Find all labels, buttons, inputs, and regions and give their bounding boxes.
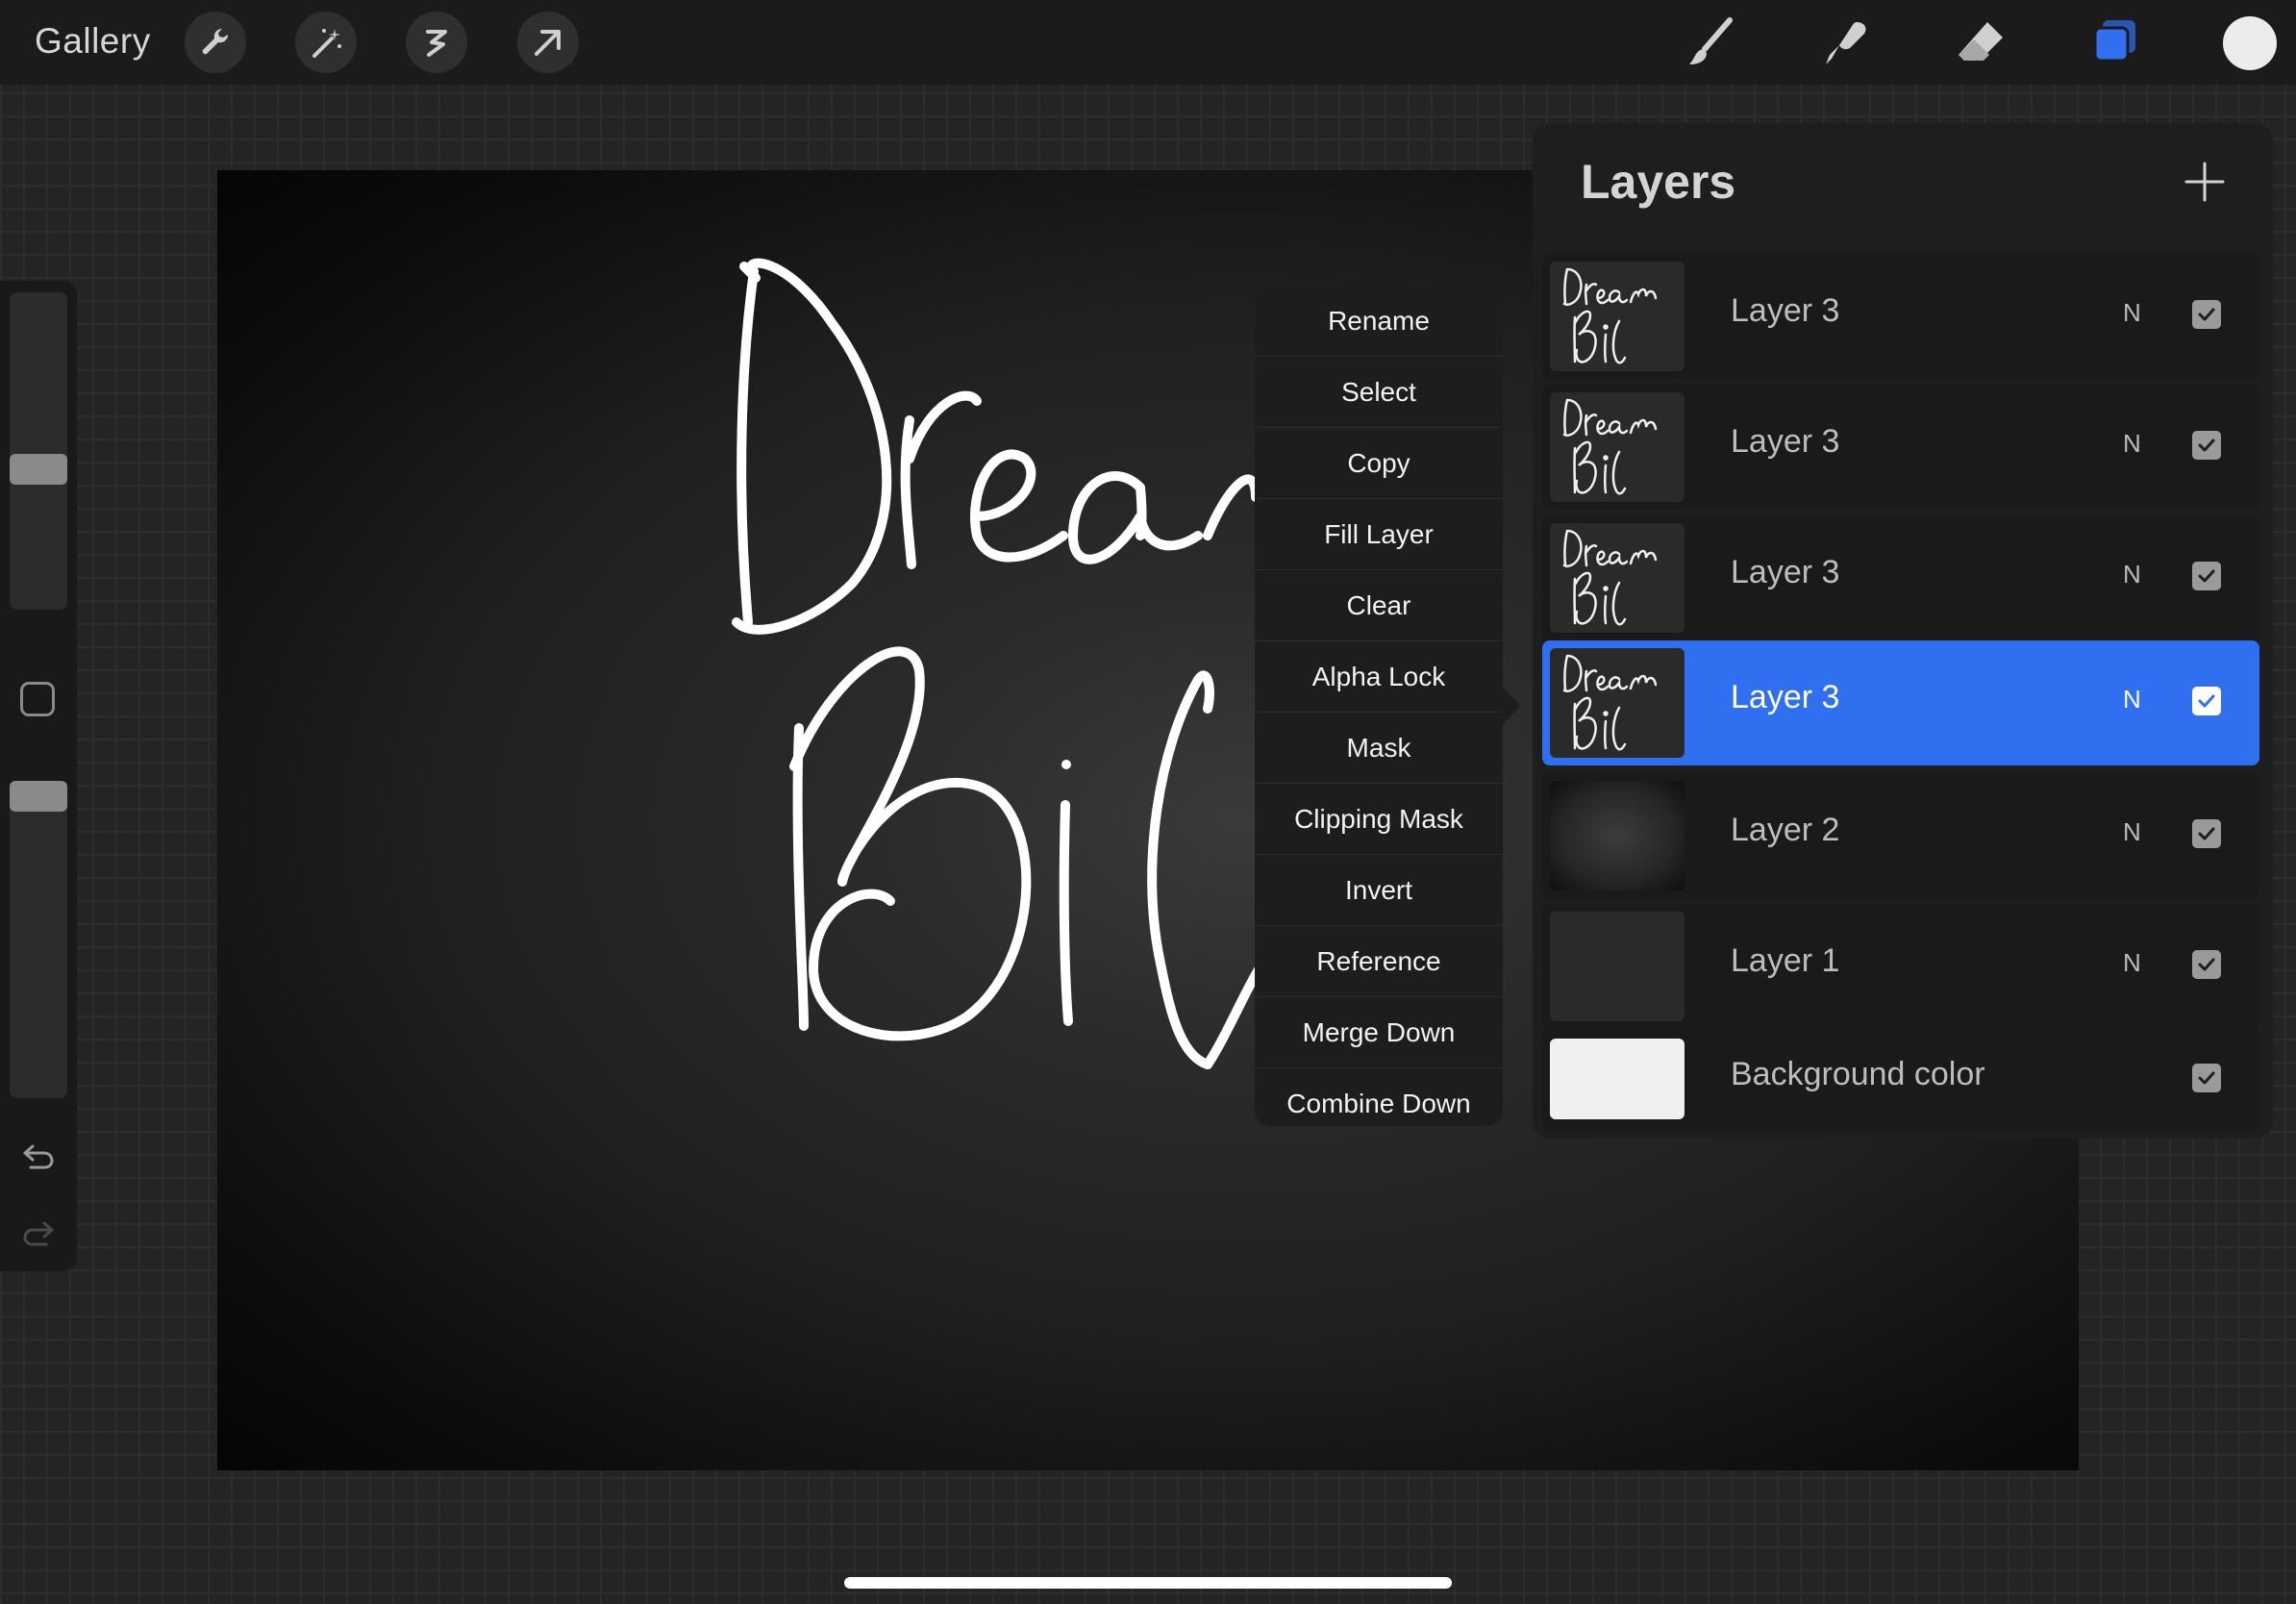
brush-icon[interactable] [1683,13,1740,71]
menu-item-alpha-lock[interactable]: Alpha Lock [1255,641,1503,713]
brush-size-handle[interactable] [10,454,67,485]
menu-item-select[interactable]: Select [1255,357,1503,428]
transform-arrow-icon[interactable] [517,12,579,73]
background-color-swatch[interactable] [1550,1039,1685,1119]
undo-icon[interactable] [19,1137,58,1175]
blend-mode-button[interactable]: N [2123,685,2141,714]
blend-mode-button[interactable]: N [2123,298,2141,328]
menu-item-clear[interactable]: Clear [1255,570,1503,641]
layer-thumbnail [1550,912,1685,1021]
menu-item-combine-down[interactable]: Combine Down [1255,1068,1503,1126]
blend-mode-button[interactable]: N [2123,817,2141,847]
left-sidebar [0,281,77,1271]
menu-item-merge-down[interactable]: Merge Down [1255,997,1503,1068]
layer-options-menu: Rename Select Copy Fill Layer Clear Alph… [1255,286,1503,1126]
menu-pointer [1501,685,1520,727]
layer-name: Layer 1 [1731,942,1840,979]
magic-wand-icon[interactable] [295,12,357,73]
menu-item-reference[interactable]: Reference [1255,926,1503,997]
layer-thumbnail [1550,523,1685,633]
blend-mode-button[interactable]: N [2123,560,2141,589]
layer-name: Layer 3 [1731,423,1840,460]
opacity-handle[interactable] [10,781,67,812]
top-toolbar: Gallery [0,0,2296,85]
layer-name: Layer 2 [1731,812,1840,848]
layer-row[interactable]: Layer 1 N [1542,904,2259,1029]
add-layer-icon[interactable] [2183,160,2227,204]
layer-name: Background color [1731,1056,1985,1092]
menu-item-mask[interactable]: Mask [1255,713,1503,784]
layer-name: Layer 3 [1731,554,1840,590]
opacity-slider[interactable] [10,781,67,1098]
selection-icon[interactable] [406,12,467,73]
visibility-checkbox[interactable] [2192,819,2221,848]
color-swatch[interactable] [2223,16,2277,70]
visibility-checkbox[interactable] [2192,687,2221,715]
visibility-checkbox[interactable] [2192,950,2221,979]
visibility-checkbox[interactable] [2192,300,2221,329]
eraser-icon[interactable] [1952,13,2009,71]
home-indicator[interactable] [844,1577,1452,1589]
visibility-checkbox[interactable] [2192,431,2221,460]
menu-item-clipping-mask[interactable]: Clipping Mask [1255,784,1503,855]
menu-item-copy[interactable]: Copy [1255,428,1503,499]
layer-name: Layer 3 [1731,679,1840,715]
layer-thumbnail [1550,781,1685,890]
layer-row[interactable]: Layer 3 N [1542,385,2259,510]
menu-item-fill-layer[interactable]: Fill Layer [1255,499,1503,570]
layer-thumbnail [1550,392,1685,502]
blend-mode-button[interactable]: N [2123,429,2141,459]
gallery-button[interactable]: Gallery [35,21,151,62]
layer-row[interactable]: Layer 2 N [1542,773,2259,898]
layer-row[interactable]: Layer 3 N [1542,254,2259,379]
brush-size-slider[interactable] [10,292,67,610]
layer-row[interactable]: Layer 3 N [1542,515,2259,640]
layer-thumbnail [1550,262,1685,371]
modify-button[interactable] [20,682,55,716]
smudge-icon[interactable] [1817,13,1875,71]
layers-title: Layers [1581,155,1736,209]
layers-panel: Layers Layer 3 N Layer 3 N Layer 3 N Lay… [1533,123,2273,1139]
visibility-checkbox[interactable] [2192,562,2221,590]
layers-icon[interactable] [2086,13,2144,71]
redo-icon[interactable] [19,1214,58,1252]
visibility-checkbox[interactable] [2192,1064,2221,1092]
menu-item-rename[interactable]: Rename [1255,286,1503,357]
layer-thumbnail [1550,648,1685,758]
wrench-icon[interactable] [185,12,246,73]
layer-row-background[interactable]: Background color [1542,1027,2259,1131]
layer-row-selected[interactable]: Layer 3 N [1542,640,2259,765]
blend-mode-button[interactable]: N [2123,948,2141,978]
menu-item-invert[interactable]: Invert [1255,855,1503,926]
layer-name: Layer 3 [1731,292,1840,329]
